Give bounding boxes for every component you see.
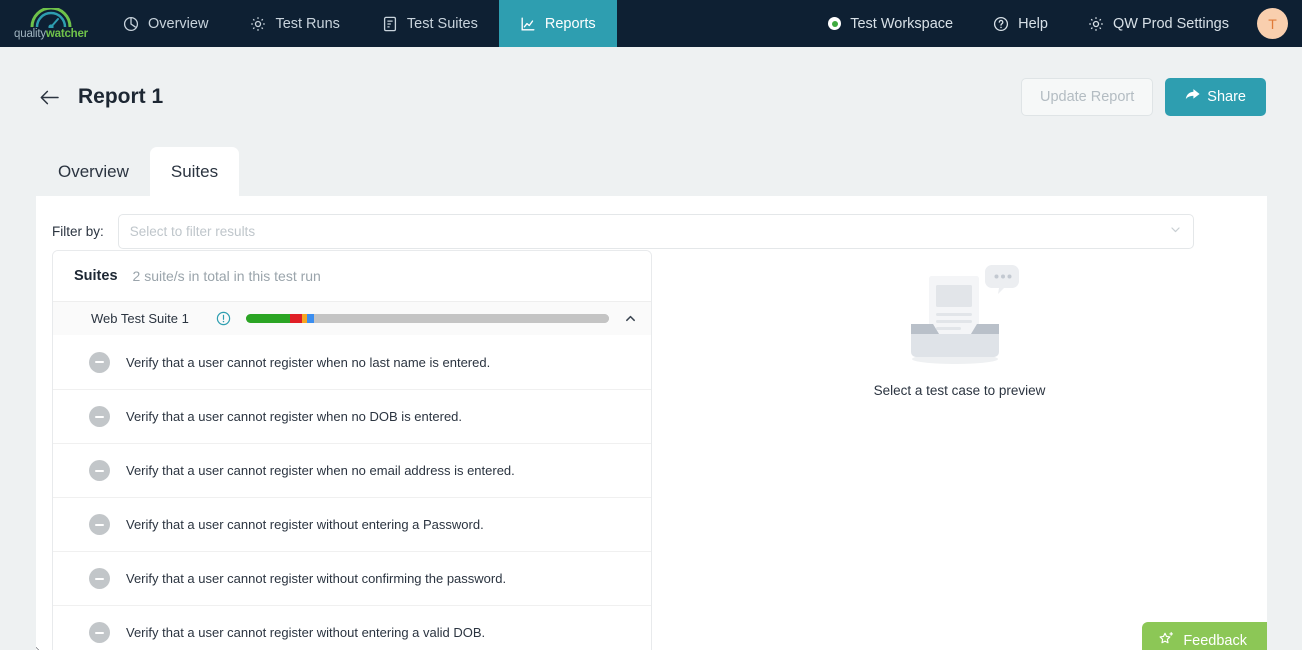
top-navbar: qualitywatcher Overview Test Runs Test S… [0,0,1302,47]
minus-circle-icon [89,622,110,643]
chevron-down-icon [1169,223,1182,241]
workspace-switcher[interactable]: Test Workspace [808,16,973,32]
nav-item-reports[interactable]: Reports [498,0,617,47]
clipboard-icon [382,16,398,32]
logo-word-quality: quality [14,28,46,41]
test-case-list: Verify that a user cannot register when … [53,335,651,650]
minus-circle-icon [89,568,110,589]
suites-card: Suites 2 suite/s in total in this test r… [52,250,652,650]
filter-select[interactable]: Select to filter results [117,214,1194,249]
navbar-left-group: qualitywatcher Overview Test Runs Test S… [0,0,617,47]
test-case-title: Verify that a user cannot register witho… [126,571,507,586]
tab-overview-label: Overview [58,161,129,181]
logo-word-watcher: watcher [45,28,88,41]
arrow-left-icon [40,90,59,104]
test-case-title: Verify that a user cannot register when … [126,463,515,478]
suite-name: Web Test Suite 1 [91,311,189,326]
progress-segment-retest [307,314,315,323]
line-chart-icon [520,16,536,32]
help-label: Help [1018,15,1048,32]
navbar-right-group: Test Workspace Help QW Prod Settings T [808,0,1302,47]
test-case-row[interactable]: Verify that a user cannot register witho… [53,551,651,605]
nav-item-overview-label: Overview [148,15,209,32]
preview-empty-text: Select a test case to preview [873,383,1046,398]
nav-item-test-runs[interactable]: Test Runs [229,0,360,47]
test-case-title: Verify that a user cannot register when … [126,354,491,370]
tab-suites-label: Suites [170,161,219,181]
gear-icon [250,16,266,32]
app-logo[interactable]: qualitywatcher [0,0,102,47]
test-case-row[interactable]: Verify that a user cannot register when … [53,335,651,389]
status-dot-icon [828,17,842,30]
nav-item-overview[interactable]: Overview [102,0,229,47]
minus-circle-icon [89,406,110,427]
minus-circle-icon [89,351,110,373]
test-case-row[interactable]: Verify that a user cannot register when … [53,443,651,497]
share-arrow-icon [1185,88,1200,106]
suites-card-title: Suites [74,268,118,284]
suites-card-header: Suites 2 suite/s in total in this test r… [53,251,651,301]
progress-segment-passed [246,314,291,323]
gear-icon [1088,16,1104,32]
question-circle-icon [993,16,1009,32]
filter-bar: Filter by: Select to filter results [36,196,1267,250]
nav-item-test-suites-label: Test Suites [406,15,478,32]
scroll-corner-artifact [36,645,46,650]
nav-item-reports-label: Reports [544,15,596,32]
help-link[interactable]: Help [973,16,1068,32]
test-case-row[interactable]: Verify that a user cannot register when … [53,389,651,443]
share-label: Share [1207,89,1246,105]
suite-row-web-test-suite-1[interactable]: Web Test Suite 1 [53,301,651,335]
report-tabs: Overview Suites [37,147,1266,196]
progress-segment-untested [314,314,609,323]
avatar[interactable]: T [1257,8,1288,39]
test-case-row[interactable]: Verify that a user cannot register witho… [53,605,651,650]
page-header-region: Report 1 Update Report Share Overview Su… [0,47,1302,196]
minus-circle-icon [89,460,110,481]
settings-label: QW Prod Settings [1112,15,1229,32]
test-case-preview-pane: Select a test case to preview [652,250,1267,650]
test-case-title: Verify that a user cannot register witho… [126,625,486,640]
chevron-up-icon[interactable] [619,312,641,325]
gauge-logo-icon [30,8,72,29]
update-report-label: Update Report [1039,89,1135,105]
pie-chart-icon [123,16,139,32]
panel-body: Suites 2 suite/s in total in this test r… [36,250,1267,650]
workspace-label: Test Workspace [850,15,954,32]
update-report-button[interactable]: Update Report [1020,78,1154,116]
empty-inbox-illustration [895,259,1025,369]
page-header: Report 1 Update Report Share [36,47,1266,147]
sparkle-star-icon [1159,631,1175,650]
filter-placeholder: Select to filter results [129,224,256,239]
info-circle-icon[interactable] [216,311,231,326]
nav-item-test-suites[interactable]: Test Suites [361,0,499,47]
suites-card-subtitle: 2 suite/s in total in this test run [132,268,321,284]
settings-link[interactable]: QW Prod Settings [1068,16,1249,32]
feedback-label: Feedback [1183,632,1247,649]
nav-item-test-runs-label: Test Runs [275,15,340,32]
test-case-title: Verify that a user cannot register witho… [126,517,484,532]
tab-suites[interactable]: Suites [149,147,240,196]
share-button[interactable]: Share [1165,78,1266,116]
test-case-title: Verify that a user cannot register when … [126,409,463,424]
tab-overview[interactable]: Overview [37,147,150,196]
content-panel: Filter by: Select to filter results Suit… [36,196,1267,650]
test-case-row[interactable]: Verify that a user cannot register witho… [53,497,651,551]
back-button[interactable] [36,84,62,110]
filter-label: Filter by: [52,224,104,239]
header-actions: Update Report Share [1020,78,1266,116]
logo-wordmark: qualitywatcher [14,29,88,41]
feedback-button[interactable]: Feedback [1142,622,1267,650]
page-title: Report 1 [78,85,164,108]
progress-segment-failed [290,314,303,323]
suite-progress-bar [246,314,609,323]
minus-circle-icon [89,514,110,535]
